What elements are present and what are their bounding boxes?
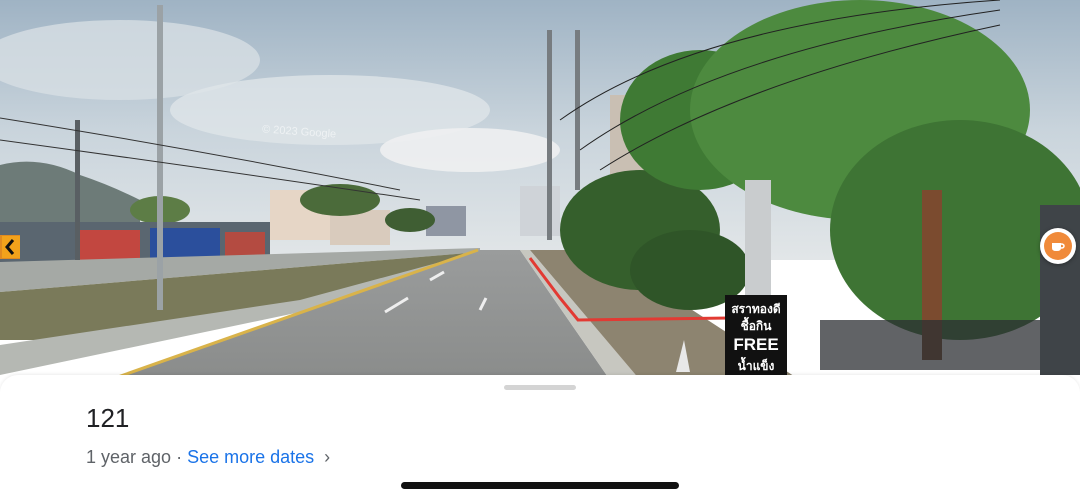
roadside-sign: สราทองดี ชื้อกิน FREE น้ำแข็ง [725, 295, 787, 377]
street-scene: สราทองดี ชื้อกิน FREE น้ำแข็ง [0, 0, 1080, 380]
sign-line-4: น้ำแข็ง [738, 356, 775, 373]
sign-line-2: ชื้อกิน [741, 316, 773, 333]
chevron-right-icon[interactable]: › [324, 447, 330, 468]
place-marker-button[interactable] [1040, 228, 1076, 264]
home-indicator [401, 482, 679, 489]
see-more-dates-link[interactable]: See more dates [187, 447, 314, 468]
sign-line-3: FREE [733, 335, 778, 354]
sheet-drag-handle[interactable] [504, 385, 576, 390]
sign-line-1: สราทองดี [731, 302, 780, 316]
location-title: 121 [86, 403, 130, 433]
street-view-panorama[interactable]: สราทองดี ชื้อกิน FREE น้ำแข็ง © 2023 Goo… [0, 0, 1080, 380]
coffee-cup-icon [1044, 232, 1072, 260]
bottom-sheet[interactable]: 121 1 year ago · See more dates › [0, 375, 1080, 499]
capture-age: 1 year ago [86, 447, 172, 467]
capture-info: 1 year ago · See more dates › [86, 447, 330, 468]
separator-dot: · [176, 447, 183, 467]
